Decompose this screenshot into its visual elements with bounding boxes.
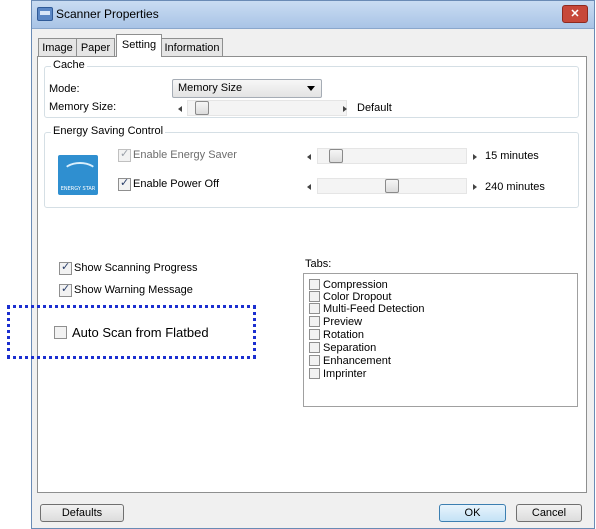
list-item-label: Imprinter: [323, 368, 367, 380]
energy-saver-slider-left-arrow-icon[interactable]: [307, 154, 311, 160]
show-scanning-progress-label: Show Scanning Progress: [74, 262, 198, 274]
ok-button[interactable]: OK: [439, 504, 506, 522]
cancel-button[interactable]: Cancel: [516, 504, 582, 522]
list-item-label: Separation: [323, 342, 377, 354]
show-scanning-progress-checkbox[interactable]: [59, 260, 72, 275]
tab-image[interactable]: Image: [38, 38, 77, 56]
rotation-checkbox[interactable]: [309, 329, 320, 340]
energy-saver-slider-thumb[interactable]: [328, 149, 343, 163]
setting-tab-panel: Cache Mode: Memory Size Memory Size: Def…: [37, 56, 587, 493]
list-item-label: Enhancement: [323, 355, 391, 367]
separation-checkbox[interactable]: [309, 342, 320, 353]
list-item-label: Preview: [323, 316, 363, 328]
window-title: Scanner Properties: [56, 7, 159, 21]
preview-checkbox[interactable]: [309, 316, 320, 327]
scanner-properties-window: Scanner Properties ✕ Image Paper Setting…: [31, 0, 595, 529]
show-warning-message-label: Show Warning Message: [74, 284, 193, 296]
power-off-slider-right-arrow-icon[interactable]: [473, 184, 477, 190]
list-item-label: Multi-Feed Detection: [323, 303, 425, 315]
mode-dropdown[interactable]: Memory Size: [172, 79, 322, 98]
power-off-value: 240 minutes: [485, 181, 545, 193]
enable-energy-saver-label: Enable Energy Saver: [133, 149, 237, 161]
memory-size-slider-thumb[interactable]: [195, 101, 210, 115]
cache-group-title: Cache: [51, 59, 87, 71]
scanner-app-icon: [37, 7, 53, 21]
list-item-label: Rotation: [323, 329, 364, 341]
compression-checkbox[interactable]: [309, 279, 320, 290]
memory-size-value: Default: [357, 102, 392, 114]
memory-slider-left-arrow-icon[interactable]: [178, 106, 182, 112]
enable-power-off-checkbox[interactable]: [118, 176, 131, 191]
energy-saver-slider-right-arrow-icon[interactable]: [473, 154, 477, 160]
auto-scan-from-flatbed-checkbox[interactable]: [54, 326, 67, 339]
energy-saving-group: Energy Saving Control ENERGY STAR Enable…: [44, 125, 579, 208]
tabs-listbox[interactable]: Compression Color Dropout Multi-Feed Det…: [303, 273, 578, 407]
tab-setting[interactable]: Setting: [116, 34, 162, 57]
tab-information[interactable]: Information: [161, 38, 223, 56]
title-bar[interactable]: Scanner Properties ✕: [32, 1, 594, 29]
list-item-label: Compression: [323, 279, 388, 291]
memory-size-slider[interactable]: [187, 100, 347, 116]
color-dropout-checkbox[interactable]: [309, 291, 320, 302]
defaults-button[interactable]: Defaults: [40, 504, 124, 522]
multi-feed-detection-checkbox[interactable]: [309, 303, 320, 314]
close-button[interactable]: ✕: [562, 5, 588, 23]
mode-dropdown-value: Memory Size: [178, 82, 243, 94]
mode-label: Mode:: [49, 83, 80, 95]
energy-saver-value: 15 minutes: [485, 150, 539, 162]
memory-size-label: Memory Size:: [49, 101, 117, 113]
list-item-label: Color Dropout: [323, 291, 392, 303]
enable-power-off-label: Enable Power Off: [133, 178, 220, 190]
show-warning-message-checkbox[interactable]: [59, 282, 72, 297]
imprinter-checkbox[interactable]: [309, 368, 320, 379]
energy-star-logo-icon: ENERGY STAR: [58, 155, 98, 195]
memory-slider-right-arrow-icon[interactable]: [343, 106, 347, 112]
chevron-down-icon: [307, 86, 315, 91]
cache-group: Cache Mode: Memory Size Memory Size: Def…: [44, 59, 579, 118]
energy-group-title: Energy Saving Control: [51, 125, 166, 137]
tabs-list-label: Tabs:: [305, 258, 332, 270]
power-off-slider-thumb[interactable]: [385, 179, 399, 193]
enhancement-checkbox[interactable]: [309, 355, 320, 366]
tab-paper[interactable]: Paper: [76, 38, 115, 56]
auto-scan-from-flatbed-label: Auto Scan from Flatbed: [72, 325, 209, 340]
enable-energy-saver-checkbox[interactable]: [118, 147, 131, 162]
power-off-slider-left-arrow-icon[interactable]: [307, 184, 311, 190]
